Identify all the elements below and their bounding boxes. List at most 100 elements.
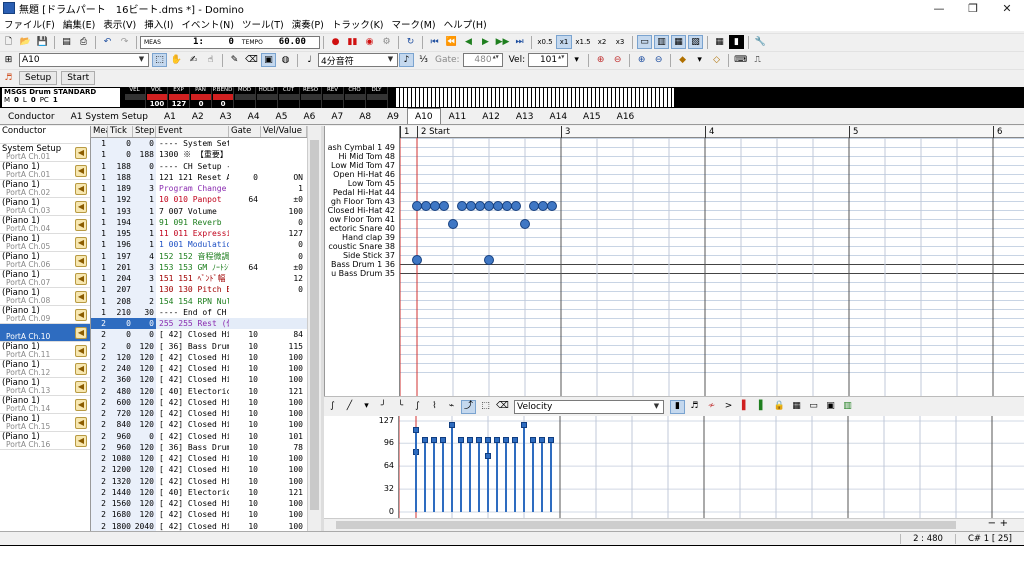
menu-track[interactable]: トラック(K)	[328, 17, 388, 31]
undo-icon[interactable]: ↶	[100, 35, 115, 49]
event-row[interactable]: 2 1320 120[ 42] Closed Hi- 10 100	[91, 475, 307, 487]
zoom-in-vertical-icon[interactable]: ⊕	[634, 53, 649, 67]
view-controller-icon[interactable]: ▧	[688, 35, 703, 49]
event-row[interactable]: 2 1680 120[ 42] Closed Hi- 10 100	[91, 509, 307, 521]
track-row[interactable]: (Piano 1) PortA Ch.08 ◀	[0, 288, 90, 306]
minimize-button[interactable]: —	[922, 2, 956, 15]
level-icon[interactable]: ▌	[738, 400, 753, 414]
curve-tool-icon[interactable]: ∫	[325, 400, 340, 414]
panic-icon[interactable]: ⚙	[379, 35, 394, 49]
meter-icon[interactable]: ▦	[712, 35, 727, 49]
horizontal-scrollbar[interactable]: − +	[324, 518, 1024, 531]
keyboard-monitor-icon[interactable]: ▮	[729, 35, 744, 49]
tab-a7[interactable]: A7	[323, 109, 351, 124]
eraser-icon[interactable]: ⌫	[495, 400, 510, 414]
velocity-handle[interactable]	[539, 437, 545, 444]
zoom-in-horizontal-icon[interactable]: ⊕	[593, 53, 608, 67]
speaker-icon[interactable]: ◀	[75, 381, 87, 393]
eraser-icon[interactable]: ⌫	[244, 53, 259, 67]
start-button[interactable]: Start	[61, 71, 96, 85]
track-row[interactable]: (Piano 1) PortA Ch.01 ◀	[0, 162, 90, 180]
menu-view[interactable]: 表示(V)	[99, 17, 140, 31]
event-row[interactable]: 2 1560 120[ 42] Closed Hi- 10 100	[91, 498, 307, 510]
drum-note[interactable]	[448, 219, 458, 229]
curve-up-icon[interactable]: ╯	[376, 400, 391, 414]
track-row[interactable]: (Piano 1) PortA Ch.11 ◀	[0, 342, 90, 360]
event-list-scrollbar[interactable]	[307, 126, 321, 531]
track-row[interactable]: (Piano 1) PortA Ch.15 ◀	[0, 414, 90, 432]
menu-event[interactable]: イベント(N)	[177, 17, 238, 31]
prev-measure-icon[interactable]: ⏪	[444, 35, 459, 49]
event-row[interactable]: 2 480 120[ 40] Electoric 10 121	[91, 385, 307, 397]
track-row[interactable]: (Piano 1) PortA Ch.03 ◀	[0, 198, 90, 216]
line-tool-icon[interactable]: ╱	[342, 400, 357, 414]
tab-a8[interactable]: A8	[351, 109, 379, 124]
col-step[interactable]: Step	[133, 126, 156, 137]
drum-note[interactable]	[412, 255, 422, 265]
speaker-icon[interactable]: ◀	[75, 201, 87, 213]
speaker-icon[interactable]: ◀	[75, 309, 87, 321]
velocity-input[interactable]: 101	[528, 53, 569, 67]
track-row[interactable]: System Setup PortA Ch.01 ◀	[0, 144, 90, 162]
grid-icon[interactable]: ▦	[789, 400, 804, 414]
thru-icon[interactable]: ⎍	[750, 53, 765, 67]
track-row[interactable]: (Piano 1) PortA Ch.06 ◀	[0, 252, 90, 270]
speaker-icon[interactable]: ◀	[75, 183, 87, 195]
paint-icon[interactable]: ◍	[278, 53, 293, 67]
rewind-icon[interactable]: ◀	[461, 35, 476, 49]
event-row[interactable]: 101881300 ※ 【重要】ﾄﾞﾗﾑ( 【説明】	[91, 149, 307, 161]
velocity-handle[interactable]	[449, 422, 455, 429]
greater-than-icon[interactable]: >	[721, 400, 736, 414]
zoom-plus-icon[interactable]: +	[1000, 518, 1008, 529]
event-row[interactable]: 2 960 0[ 42] Closed Hi- 10 101	[91, 430, 307, 442]
event-row[interactable]: 1 192 1 10 010 Panpot 64 ±0	[91, 194, 307, 206]
select-rect-icon[interactable]: ▣	[261, 53, 276, 67]
zoom-out-horizontal-icon[interactable]: ⊖	[610, 53, 625, 67]
velocity-handle[interactable]	[476, 437, 482, 444]
redo-icon[interactable]: ↷	[117, 35, 132, 49]
col-event[interactable]: Event	[156, 126, 229, 137]
velocity-handle[interactable]	[467, 437, 473, 444]
tab-a13[interactable]: A13	[508, 109, 542, 124]
menu-edit[interactable]: 編集(E)	[59, 17, 99, 31]
tab-a14[interactable]: A14	[541, 109, 575, 124]
maximize-button[interactable]: ❐	[956, 2, 990, 15]
velocity-handle[interactable]	[521, 422, 527, 429]
velocity-handle[interactable]	[458, 437, 464, 444]
open-folder-icon[interactable]: 📂	[18, 35, 33, 49]
speaker-icon[interactable]: ◀	[75, 417, 87, 429]
event-row[interactable]: 1 196 1 1 001 Modulation 0	[91, 239, 307, 251]
tab-a9[interactable]: A9	[379, 109, 407, 124]
go-start-icon[interactable]: ⏮	[427, 35, 442, 49]
hand-edit-icon[interactable]: ✍	[186, 53, 201, 67]
event-row[interactable]: 2 600 120[ 42] Closed Hi- 10 100	[91, 396, 307, 408]
bar-view-icon[interactable]: ▮	[670, 399, 685, 414]
velocity-handle[interactable]	[431, 437, 437, 444]
measure-ruler[interactable]: 1 2 Start 3 4 5 6	[400, 126, 1024, 138]
event-row[interactable]: 1 207 1 130 130 Pitch Br 0	[91, 284, 307, 296]
velocity-handle[interactable]	[512, 437, 518, 444]
event-row[interactable]: 1 193 1 7 007 Volume 100	[91, 205, 307, 217]
record-step-icon[interactable]: ◉	[362, 35, 377, 49]
tab-a5[interactable]: A5	[268, 109, 296, 124]
track-row[interactable]: (Piano 1) PortA Ch.02 ◀	[0, 180, 90, 198]
tab-a3[interactable]: A3	[212, 109, 240, 124]
step-record-icon[interactable]: ⌨	[733, 53, 748, 67]
track-row[interactable]: (Piano 1) PortA Ch.13 ◀	[0, 378, 90, 396]
speaker-icon[interactable]: ◀	[75, 237, 87, 249]
go-end-icon[interactable]: ⏭	[512, 35, 527, 49]
hand-select-icon[interactable]: ☝	[203, 53, 218, 67]
event-row[interactable]: 2 960 120[ 36] Bass Drum 10 78	[91, 441, 307, 453]
tab-a1-system-setup[interactable]: A1 System Setup	[63, 109, 156, 124]
col-gate[interactable]: Gate	[229, 126, 261, 137]
new-file-icon[interactable]: 🗋	[1, 35, 16, 49]
speed-x15-button[interactable]: x1.5	[574, 35, 592, 49]
speaker-icon[interactable]: ◀	[75, 255, 87, 267]
curve-down-icon[interactable]: ╰	[393, 400, 408, 414]
tab-a4[interactable]: A4	[240, 109, 268, 124]
lock-icon[interactable]: 🔒	[772, 400, 787, 414]
view-track-icon[interactable]: ▭	[637, 35, 652, 49]
record-pause-icon[interactable]: ▮▮	[345, 35, 360, 49]
freehand-icon[interactable]: ⌇	[427, 400, 442, 414]
triplet-icon[interactable]: ⅓	[416, 53, 431, 67]
